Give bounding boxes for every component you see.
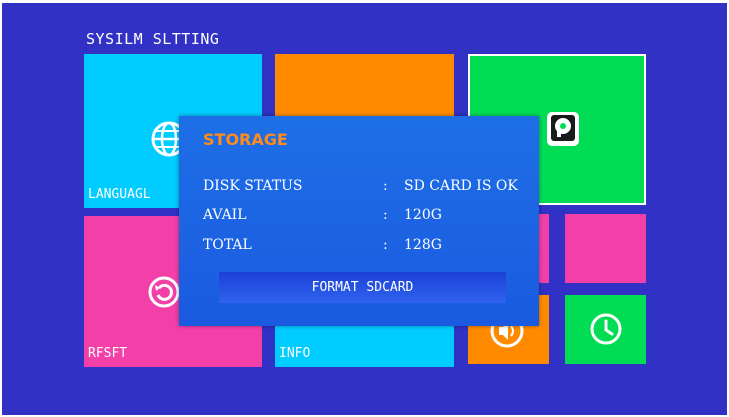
format-sdcard-button[interactable]: FORMAT SDCARD — [219, 272, 506, 303]
row-key: AVAIL — [203, 207, 247, 223]
tile-language-label: LANGUAGL — [88, 187, 151, 202]
settings-screen: SYSILM SLTTING LANGUAGL RFSFT INFO STORA… — [2, 3, 727, 415]
row-value: 128G — [404, 237, 442, 253]
storage-dialog: STORAGE DISK STATUS : SD CARD IS OK AVAI… — [179, 116, 539, 326]
dialog-title: STORAGE — [203, 130, 288, 149]
tile-clock[interactable] — [565, 295, 646, 364]
row-key: DISK STATUS — [203, 178, 303, 194]
page-title: SYSILM SLTTING — [86, 30, 220, 48]
row-key: TOTAL — [203, 237, 252, 253]
tile-info-label: INFO — [279, 346, 311, 361]
row-value: 120G — [404, 207, 442, 223]
row-separator: : — [383, 178, 388, 194]
row-separator: : — [383, 237, 388, 253]
tile-pink-small-b[interactable] — [565, 214, 646, 283]
row-separator: : — [383, 207, 388, 223]
clock-icon — [590, 313, 622, 345]
restore-icon — [148, 276, 180, 308]
row-value: SD CARD IS OK — [404, 178, 518, 194]
tile-reset-label: RFSFT — [88, 346, 128, 361]
hard-disk-icon — [547, 112, 579, 146]
